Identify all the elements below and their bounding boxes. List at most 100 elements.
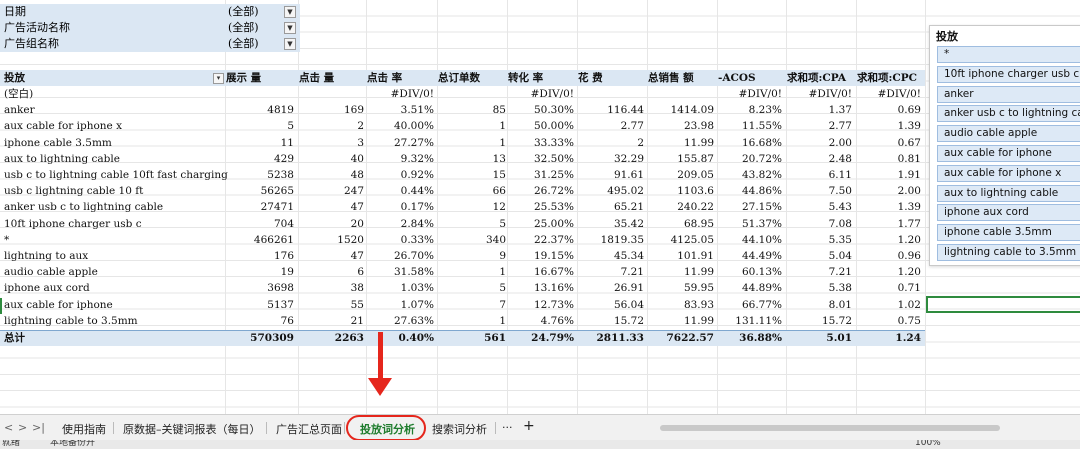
first-sheet-icon[interactable]: < [4, 421, 13, 434]
value-cell[interactable]: 16.68% [742, 135, 782, 151]
value-cell[interactable]: 5 [499, 280, 506, 296]
value-cell[interactable]: 40.00% [394, 118, 434, 134]
value-cell[interactable]: 31.58% [394, 264, 434, 280]
value-cell[interactable]: 5.43 [829, 199, 852, 215]
status-backup[interactable]: 本地备份开 [50, 440, 95, 448]
value-cell[interactable]: 1520 [337, 232, 364, 248]
column-header[interactable]: 总销售 额 [648, 70, 694, 86]
value-cell[interactable]: 1.03% [401, 280, 434, 296]
row-label-cell[interactable]: usb c lightning cable 10 ft [4, 183, 143, 199]
value-cell[interactable]: 3698 [267, 280, 294, 296]
value-cell[interactable]: 0.33% [401, 232, 434, 248]
value-cell[interactable]: 1414.09 [671, 102, 714, 118]
value-cell[interactable]: 1.07% [401, 297, 434, 313]
row-label-cell[interactable]: anker [4, 102, 35, 118]
value-cell[interactable]: 56265 [261, 183, 294, 199]
value-cell[interactable]: 1.39 [898, 118, 921, 134]
value-cell[interactable]: 2811.33 [597, 330, 645, 346]
value-cell[interactable]: 68.95 [684, 216, 714, 232]
value-cell[interactable]: 48 [351, 167, 364, 183]
row-label-cell[interactable]: lightning to aux [4, 248, 88, 264]
value-cell[interactable]: 495.02 [607, 183, 644, 199]
value-cell[interactable]: 44.49% [742, 248, 782, 264]
value-cell[interactable]: 19.15% [534, 248, 574, 264]
value-cell[interactable]: 60.13% [742, 264, 782, 280]
value-cell[interactable]: 1.37 [829, 102, 852, 118]
value-cell[interactable]: 91.61 [614, 167, 644, 183]
value-cell[interactable]: 429 [274, 151, 294, 167]
value-cell[interactable]: 85 [493, 102, 506, 118]
value-cell[interactable]: 33.33% [534, 135, 574, 151]
value-cell[interactable]: 5 [287, 118, 294, 134]
value-cell[interactable]: 1 [499, 118, 506, 134]
row-label-cell[interactable]: * [4, 232, 9, 248]
value-cell[interactable]: 11.55% [742, 118, 782, 134]
tab-ad-summary[interactable]: 广告汇总页面 [276, 421, 342, 437]
value-cell[interactable]: 44.10% [742, 232, 782, 248]
horizontal-scrollbar[interactable] [640, 424, 1060, 433]
value-cell[interactable]: 20 [351, 216, 364, 232]
value-cell[interactable]: 11.99 [684, 135, 714, 151]
value-cell[interactable]: 2.77 [829, 118, 852, 134]
sort-filter-icon[interactable]: ▾ [213, 73, 224, 84]
slicer-item[interactable]: audio cable apple [937, 125, 1080, 143]
value-cell[interactable]: 26.70% [394, 248, 434, 264]
row-label-cell[interactable]: lightning cable to 3.5mm [4, 313, 138, 329]
value-cell[interactable]: 1.02 [898, 297, 921, 313]
row-label-cell[interactable]: usb c to lightning cable 10ft fast charg… [4, 167, 228, 183]
column-header[interactable]: 点击 率 [367, 70, 402, 86]
more-tabs-icon[interactable]: ··· [502, 421, 513, 434]
slicer-panel[interactable]: 投放 * 10ft iphone charger usb c anker anker … [929, 25, 1080, 266]
value-cell[interactable]: 3 [357, 135, 364, 151]
value-cell[interactable]: 0.40% [398, 330, 434, 346]
value-cell[interactable]: 5137 [267, 297, 294, 313]
value-cell[interactable]: 704 [274, 216, 294, 232]
value-cell[interactable]: 27.63% [394, 313, 434, 329]
row-label-cell[interactable]: aux cable for iphone x [4, 118, 122, 134]
value-cell[interactable]: 340 [486, 232, 506, 248]
value-cell[interactable]: 2.84% [401, 216, 434, 232]
column-header[interactable]: 求和项:CPA [787, 70, 846, 86]
value-cell[interactable]: 0.69 [898, 102, 921, 118]
value-cell[interactable]: 38 [351, 280, 364, 296]
value-cell[interactable]: 16.67% [534, 264, 574, 280]
value-cell[interactable]: 15.72 [822, 313, 852, 329]
slicer-item[interactable]: aux cable for iphone x [937, 164, 1080, 182]
tab-usage-guide[interactable]: 使用指南 [62, 421, 106, 437]
value-cell[interactable]: #DIV/0! [739, 86, 782, 102]
value-cell[interactable]: 1.24 [895, 330, 921, 346]
value-cell[interactable]: 11.99 [684, 264, 714, 280]
value-cell[interactable]: 1103.6 [677, 183, 714, 199]
value-cell[interactable]: 12.73% [534, 297, 574, 313]
value-cell[interactable]: 176 [274, 248, 294, 264]
filter-dropdown-icon[interactable]: ▼ [284, 22, 296, 34]
row-label-cell[interactable]: 总计 [4, 330, 25, 346]
value-cell[interactable]: 26.91 [614, 280, 644, 296]
value-cell[interactable]: 7 [499, 297, 506, 313]
value-cell[interactable]: 2 [637, 135, 644, 151]
value-cell[interactable]: 9 [499, 248, 506, 264]
value-cell[interactable]: 0.75 [898, 313, 921, 329]
value-cell[interactable]: 7.21 [829, 264, 852, 280]
value-cell[interactable]: 4.76% [541, 313, 574, 329]
value-cell[interactable]: 9.32% [401, 151, 434, 167]
value-cell[interactable]: 21 [351, 313, 364, 329]
value-cell[interactable]: 15.72 [614, 313, 644, 329]
value-cell[interactable]: 24.79% [531, 330, 574, 346]
value-cell[interactable]: 116.44 [607, 102, 644, 118]
value-cell[interactable]: 7.21 [621, 264, 644, 280]
row-label-cell[interactable]: anker usb c to lightning cable [4, 199, 163, 215]
value-cell[interactable]: 44.89% [742, 280, 782, 296]
value-cell[interactable]: 47 [351, 248, 364, 264]
value-cell[interactable]: 5.38 [829, 280, 852, 296]
value-cell[interactable]: 466261 [254, 232, 294, 248]
row-label-cell[interactable]: (空白) [4, 86, 33, 102]
value-cell[interactable]: 0.96 [898, 248, 921, 264]
value-cell[interactable]: 6.11 [829, 167, 852, 183]
slicer-item[interactable]: iphone aux cord [937, 204, 1080, 222]
value-cell[interactable]: 570309 [250, 330, 294, 346]
value-cell[interactable]: 2.00 [898, 183, 921, 199]
value-cell[interactable]: 2 [357, 118, 364, 134]
slicer-item[interactable]: lightning cable to 3.5mm [937, 244, 1080, 261]
value-cell[interactable]: 2.77 [621, 118, 644, 134]
